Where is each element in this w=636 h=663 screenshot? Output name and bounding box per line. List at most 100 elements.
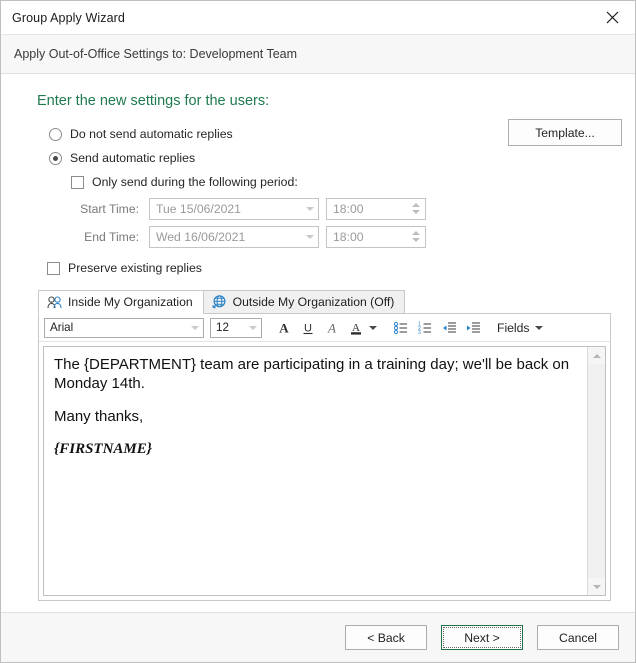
checkbox-only-send-period[interactable] — [71, 175, 84, 189]
close-icon — [606, 11, 619, 24]
chevron-down-icon — [534, 325, 543, 330]
svg-text:A: A — [279, 320, 289, 335]
cancel-button[interactable]: Cancel — [537, 625, 619, 650]
next-button[interactable]: Next > — [441, 625, 523, 650]
message-signature: {FIRSTNAME} — [54, 441, 152, 457]
template-button-label: Template... — [535, 125, 595, 140]
radio-do-not-send[interactable] — [49, 127, 62, 141]
tab-outside-label: Outside My Organization (Off) — [232, 295, 395, 309]
formatting-toolbar: Arial 12 A U A A 1 2 3 Fields — [39, 314, 610, 342]
message-paragraph-1: The {DEPARTMENT} team are participating … — [54, 356, 570, 392]
stepper-down-icon — [412, 210, 420, 214]
start-time-input[interactable]: 18:00 — [326, 197, 426, 220]
font-name-select[interactable]: Arial — [44, 317, 204, 338]
fields-label: Fields — [497, 320, 530, 335]
radio-send-replies[interactable] — [49, 151, 62, 165]
font-color-dropdown[interactable] — [367, 317, 379, 339]
chevron-down-icon — [369, 325, 377, 330]
chevron-down-icon — [249, 325, 257, 330]
page-title: Enter the new settings for the users: — [37, 93, 270, 109]
window-title: Group Apply Wizard — [12, 10, 125, 25]
chevron-down-icon — [306, 234, 314, 239]
numbered-list-button[interactable]: 1 2 3 — [414, 317, 436, 339]
stepper-down-icon — [412, 238, 420, 242]
bulleted-list-icon — [393, 321, 407, 334]
tab-inside-my-organization[interactable]: Inside My Organization — [38, 290, 204, 314]
italic-button[interactable]: A — [321, 317, 343, 339]
increase-indent-icon — [467, 321, 480, 333]
radio-do-not-send-label: Do not send automatic replies — [70, 127, 233, 141]
editor-tabstrip: Inside My Organization Outside My Organi… — [38, 290, 622, 314]
main-content: Enter the new settings for the users: Te… — [1, 74, 635, 612]
wizard-footer: < Back Next > Cancel — [1, 612, 635, 662]
bold-button[interactable]: A — [273, 317, 295, 339]
checkbox-preserve-row[interactable]: Preserve existing replies — [14, 257, 622, 279]
underline-icon: U — [303, 322, 313, 334]
start-date-value: Tue 15/06/2021 — [156, 201, 241, 216]
template-button[interactable]: Template... — [508, 119, 622, 146]
next-button-label: Next > — [464, 630, 500, 645]
end-time-label: End Time: — [84, 229, 139, 244]
radio-send-replies-label: Send automatic replies — [70, 151, 196, 165]
globe-icon — [212, 295, 227, 309]
svg-text:A: A — [327, 320, 336, 335]
message-body-input[interactable]: The {DEPARTMENT} team are participating … — [44, 347, 587, 595]
end-time-stepper[interactable] — [412, 231, 420, 242]
decrease-indent-icon — [443, 321, 456, 333]
checkbox-preserve-existing[interactable] — [47, 261, 60, 275]
message-body-wrapper: The {DEPARTMENT} team are participating … — [43, 346, 606, 596]
subheader-bar: Apply Out-of-Office Settings to: Develop… — [1, 34, 635, 74]
stepper-up-icon — [412, 231, 420, 235]
message-body-scrollbar[interactable] — [587, 347, 605, 595]
title-bar: Group Apply Wizard — [1, 1, 635, 34]
start-time-stepper[interactable] — [412, 203, 420, 214]
tab-outside-my-organization[interactable]: Outside My Organization (Off) — [202, 290, 406, 314]
end-time-row: End Time: Wed 16/06/2021 18:00 — [71, 225, 622, 248]
bold-icon: A — [279, 320, 289, 335]
radio-send-replies-row[interactable]: Send automatic replies — [49, 147, 622, 169]
scroll-up-icon — [592, 353, 601, 358]
stepper-up-icon — [412, 203, 420, 207]
increase-indent-button[interactable] — [462, 317, 484, 339]
underline-button[interactable]: U — [297, 317, 319, 339]
group-apply-wizard-window: Group Apply Wizard Apply Out-of-Office S… — [0, 0, 636, 663]
scroll-up-button[interactable] — [588, 347, 605, 364]
fields-dropdown-button[interactable]: Fields — [497, 317, 543, 339]
chevron-down-icon — [191, 325, 199, 330]
scroll-down-icon — [592, 584, 601, 589]
font-size-select[interactable]: 12 — [210, 317, 262, 338]
scroll-down-button[interactable] — [588, 578, 605, 595]
font-name-value: Arial — [50, 321, 74, 334]
subheader-text: Apply Out-of-Office Settings to: Develop… — [14, 47, 298, 61]
back-button-label: < Back — [367, 630, 405, 645]
end-time-input[interactable]: 18:00 — [326, 225, 426, 248]
start-time-value: 18:00 — [333, 201, 364, 216]
chevron-down-icon — [306, 206, 314, 211]
tab-inside-label: Inside My Organization — [68, 295, 193, 309]
close-button[interactable] — [590, 1, 635, 34]
schedule-grid: Start Time: Tue 15/06/2021 18:00 End Tim… — [14, 197, 622, 248]
end-date-input[interactable]: Wed 16/06/2021 — [149, 225, 319, 248]
person-icon — [47, 295, 62, 309]
font-color-button[interactable]: A — [345, 317, 367, 339]
message-paragraph-2: Many thanks, — [54, 408, 144, 425]
cancel-button-label: Cancel — [559, 630, 597, 645]
font-color-icon: A — [351, 322, 361, 335]
message-editor-panel: Arial 12 A U A A 1 2 3 Fields The {DEPAR… — [38, 313, 611, 601]
start-time-label: Start Time: — [80, 201, 139, 216]
decrease-indent-button[interactable] — [438, 317, 460, 339]
numbered-list-icon: 1 2 3 — [418, 321, 431, 336]
back-button[interactable]: < Back — [345, 625, 427, 650]
svg-text:U: U — [304, 322, 312, 334]
italic-icon: A — [327, 320, 336, 335]
checkbox-preserve-label: Preserve existing replies — [68, 261, 202, 275]
svg-text:3: 3 — [418, 330, 421, 336]
checkbox-only-send-row[interactable]: Only send during the following period: — [49, 171, 622, 193]
font-size-value: 12 — [216, 321, 229, 334]
bulleted-list-button[interactable] — [390, 317, 412, 339]
end-time-value: 18:00 — [333, 229, 364, 244]
end-date-value: Wed 16/06/2021 — [156, 229, 246, 244]
start-date-input[interactable]: Tue 15/06/2021 — [149, 197, 319, 220]
start-time-row: Start Time: Tue 15/06/2021 18:00 — [71, 197, 622, 220]
checkbox-only-send-label: Only send during the following period: — [92, 175, 298, 189]
